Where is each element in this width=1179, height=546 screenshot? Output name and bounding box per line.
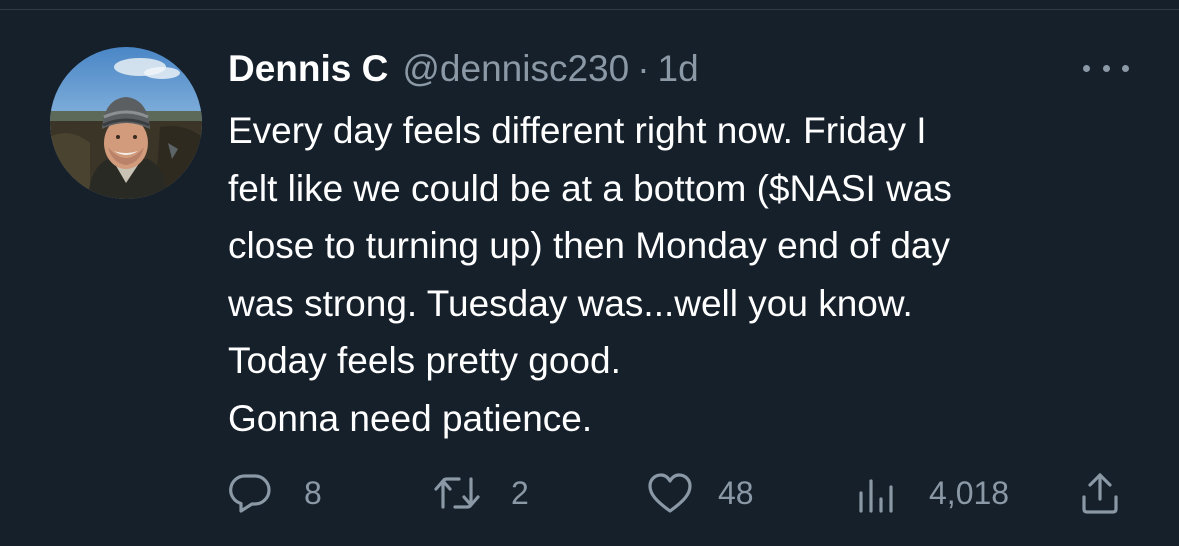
retweet-button[interactable]: 2 <box>433 468 529 518</box>
user-handle[interactable]: @dennisc230 <box>402 48 629 90</box>
tweet-text-line: Gonna need patience. <box>228 397 593 439</box>
more-options-icon[interactable] <box>1083 55 1129 81</box>
tweet-header: Dennis C @dennisc230 · 1d <box>228 44 699 94</box>
reply-count: 8 <box>304 474 322 511</box>
tweet[interactable]: Dennis C @dennisc230 · 1d Every day feel… <box>0 0 1179 546</box>
more-dot <box>1122 64 1129 72</box>
more-dot <box>1102 64 1110 72</box>
reply-button[interactable]: 8 <box>228 468 322 518</box>
timestamp[interactable]: 1d <box>658 48 699 90</box>
view-count: 4,018 <box>929 474 1010 511</box>
retweet-icon <box>433 471 511 515</box>
share-button[interactable] <box>1078 468 1122 518</box>
retweet-count: 2 <box>511 474 529 511</box>
tweet-text-line: close to turning up) then Monday end of … <box>228 225 950 266</box>
like-count: 48 <box>718 474 754 511</box>
avatar[interactable] <box>50 47 202 199</box>
header-separator: · <box>637 48 650 89</box>
reply-icon <box>228 471 304 515</box>
action-bar: 8 2 48 4,018 <box>0 468 1179 518</box>
more-dot <box>1083 64 1090 72</box>
tweet-text-line: felt like we could be at a bottom ($NASI… <box>228 167 952 209</box>
tweet-text: Every day feels different right now. Fri… <box>228 102 1158 447</box>
tweet-text-line: was strong. Tuesday was...well you know. <box>228 282 913 324</box>
views-chart-icon <box>855 471 929 515</box>
display-name[interactable]: Dennis C <box>228 48 388 90</box>
heart-icon <box>646 471 718 515</box>
like-button[interactable]: 48 <box>646 468 754 518</box>
tweet-text-line: Today feels pretty good. <box>228 340 621 381</box>
views-button[interactable]: 4,018 <box>855 468 1009 518</box>
tweet-text-line: Every day feels different right now. Fri… <box>228 110 927 151</box>
share-icon <box>1078 471 1122 515</box>
